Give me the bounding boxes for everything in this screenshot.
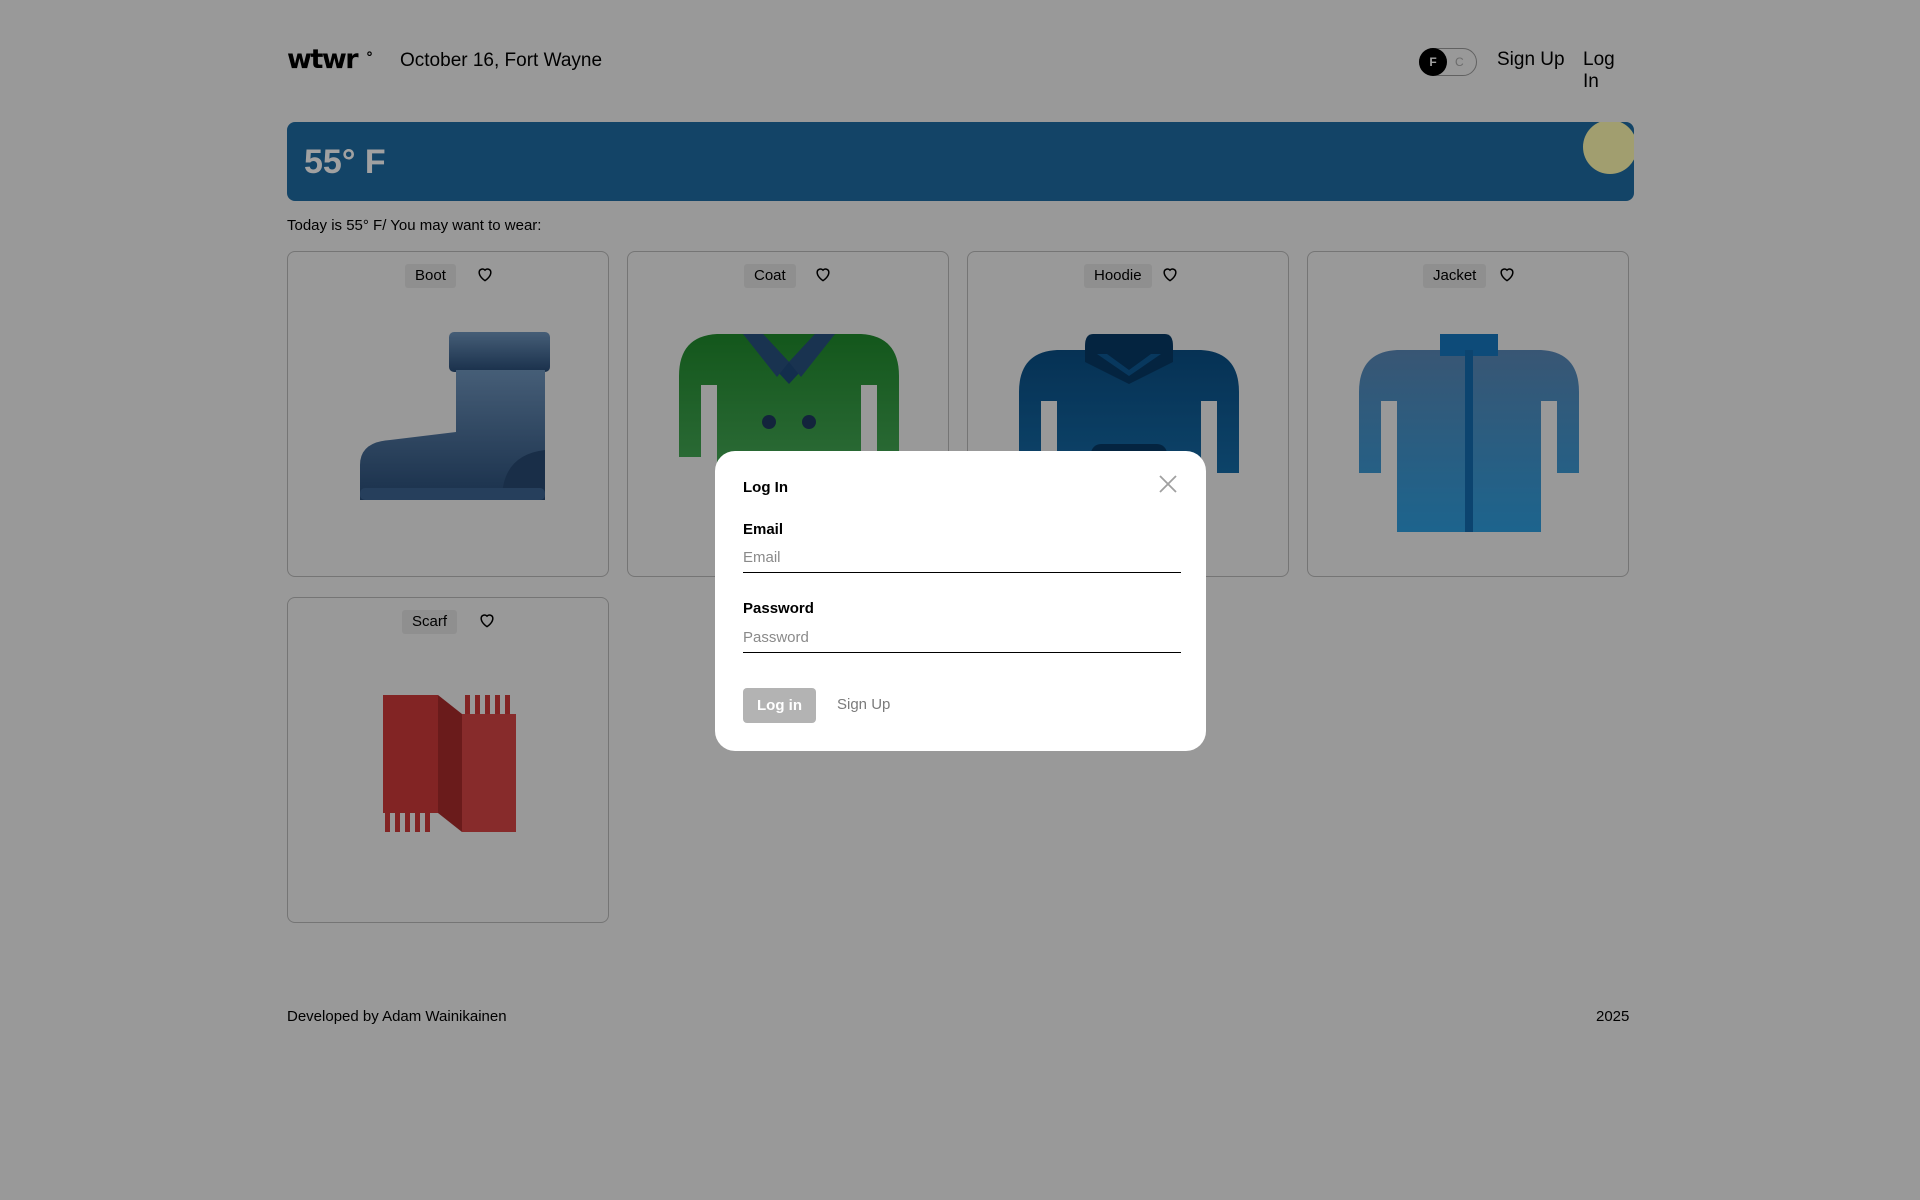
password-field[interactable] — [743, 623, 1181, 653]
close-icon[interactable] — [1157, 473, 1179, 495]
email-field[interactable] — [743, 543, 1181, 573]
login-submit-button[interactable]: Log in — [743, 688, 816, 723]
email-label: Email — [743, 521, 784, 538]
login-modal: Log In Email Password Log in Sign Up — [715, 451, 1206, 751]
password-label: Password — [743, 600, 814, 617]
modal-signup-link[interactable]: Sign Up — [837, 696, 890, 713]
modal-title: Log In — [743, 479, 788, 496]
